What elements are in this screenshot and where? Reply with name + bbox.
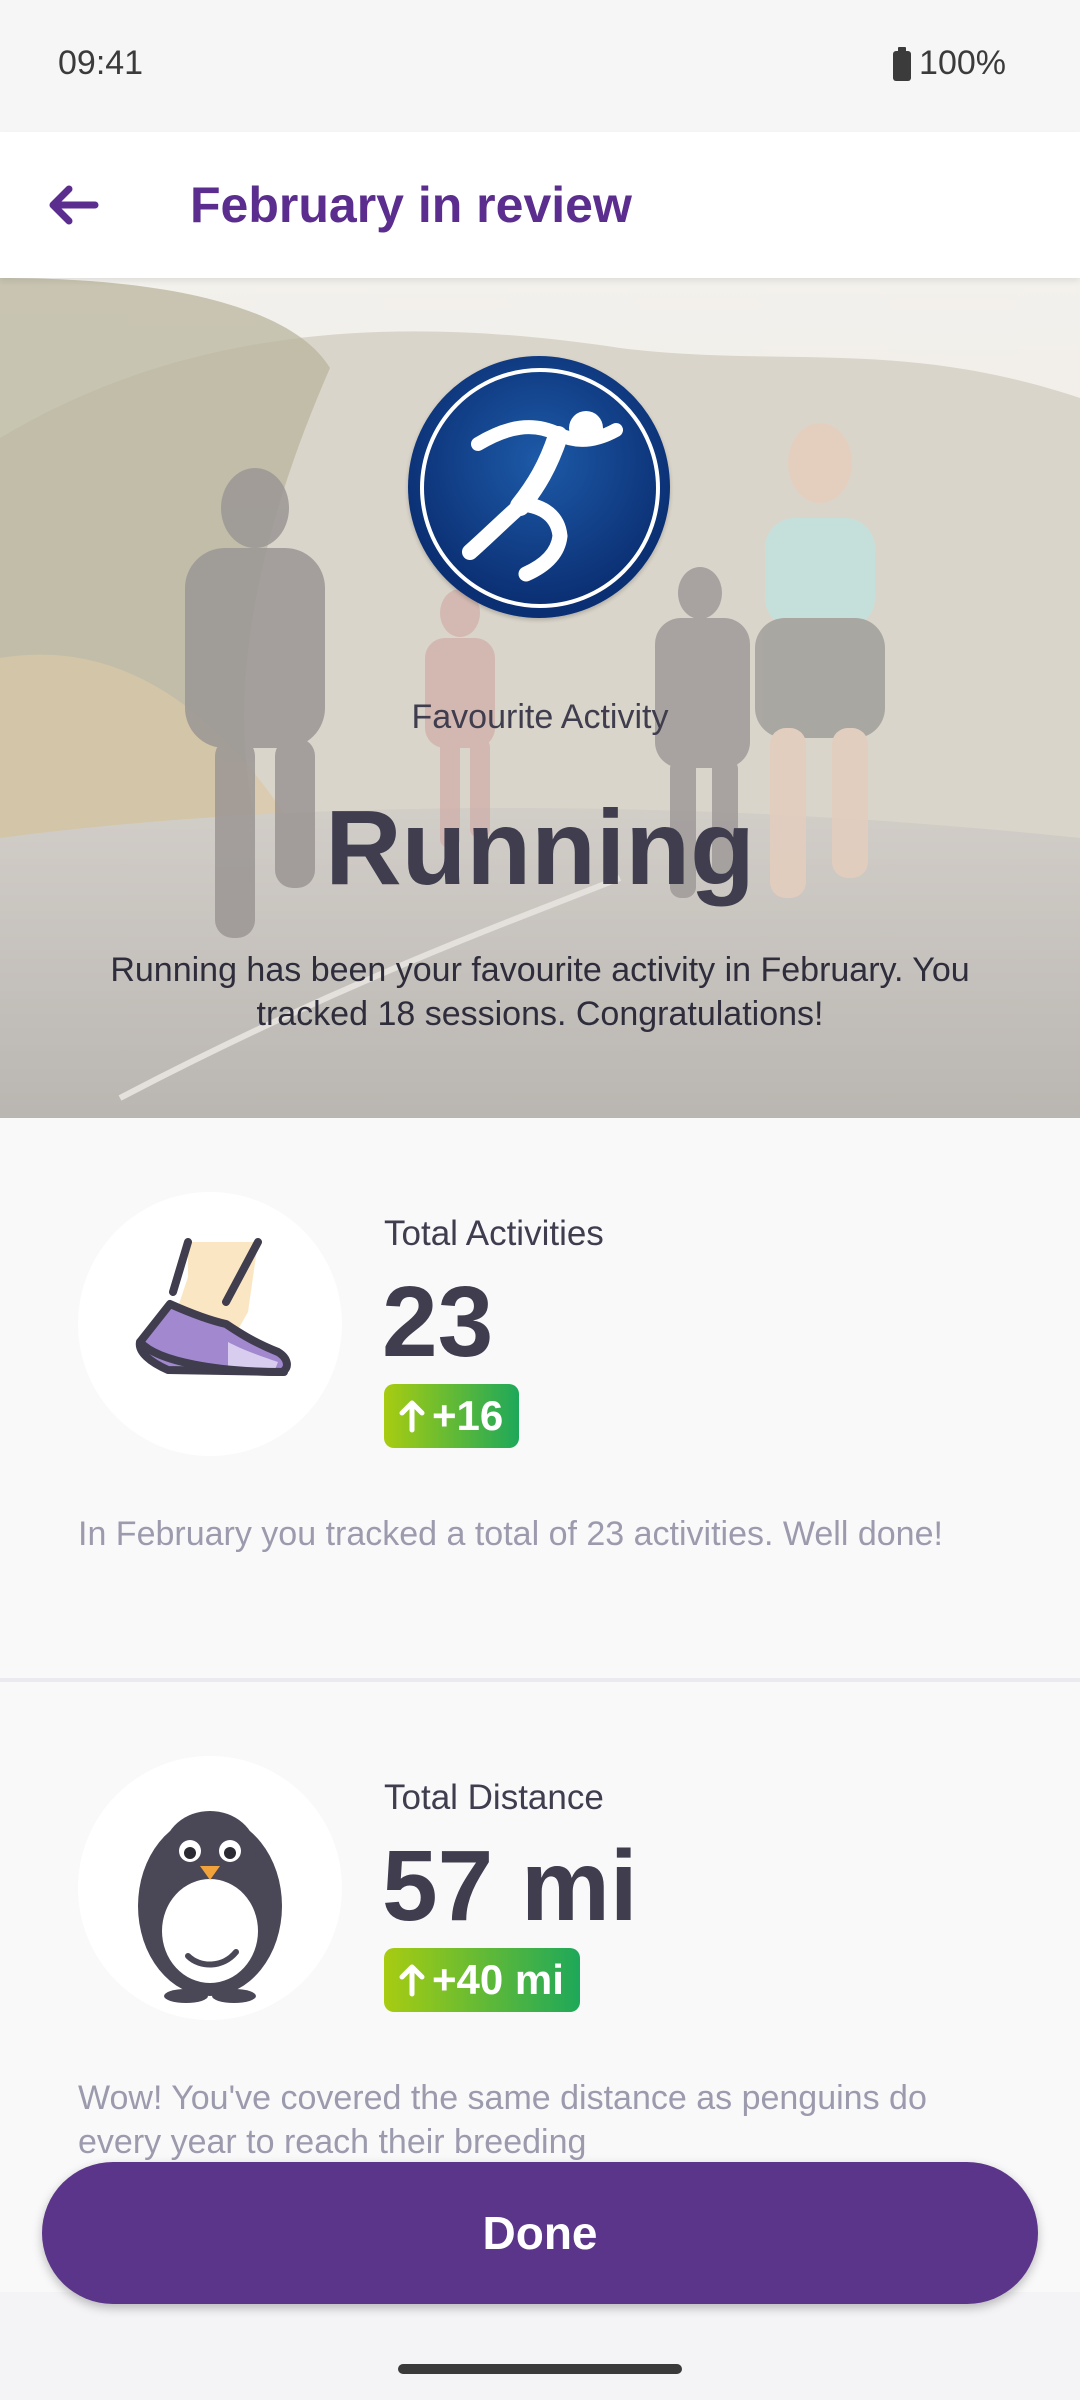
home-indicator[interactable] <box>398 2364 682 2374</box>
back-button[interactable] <box>40 172 106 238</box>
running-figure-icon <box>462 411 623 582</box>
status-bar: 09:41 100% <box>0 0 1080 132</box>
total-distance-description: Wow! You've covered the same distance as… <box>78 2079 927 2161</box>
favourite-activity-description: Running has been your favourite activity… <box>110 951 970 1033</box>
penguin-icon <box>78 1756 342 2020</box>
total-activities-delta: +16 <box>432 1392 504 1439</box>
battery-level: 100% <box>919 44 1006 82</box>
running-shoe-icon <box>78 1192 342 1456</box>
arrow-up-icon <box>399 1400 425 1433</box>
app-bar: February in review <box>0 132 1080 278</box>
total-activities-delta-badge: +16 <box>384 1384 520 1448</box>
total-activities-description: In February you tracked a total of 23 ac… <box>78 1515 943 1553</box>
status-time: 09:41 <box>58 44 144 82</box>
favourite-activity-hero: Favourite Activity Running Running has b… <box>0 278 1080 1118</box>
favourite-activity-name: Running <box>325 789 755 907</box>
battery-icon <box>893 46 912 81</box>
total-activities-label: Total Activities <box>384 1214 604 1253</box>
done-button[interactable]: Done <box>42 2162 1038 2304</box>
total-activities-value: 23 <box>382 1266 494 1378</box>
arrow-up-icon <box>399 1964 425 1997</box>
total-distance-delta: +40 mi <box>432 1956 564 2003</box>
status-indicators: 100% <box>893 44 1006 83</box>
total-distance-value: 57 mi <box>382 1830 638 1942</box>
page-title: February in review <box>190 177 632 233</box>
running-activity-badge <box>408 356 670 618</box>
bottom-bar <box>0 2292 1080 2400</box>
arrow-left-icon <box>49 185 99 225</box>
stat-card-total-activities: Total Activities 23 +16 In February you … <box>0 1118 1080 1680</box>
favourite-activity-label: Favourite Activity <box>411 698 669 736</box>
total-distance-label: Total Distance <box>384 1778 604 1817</box>
total-distance-delta-badge: +40 mi <box>384 1948 580 2012</box>
